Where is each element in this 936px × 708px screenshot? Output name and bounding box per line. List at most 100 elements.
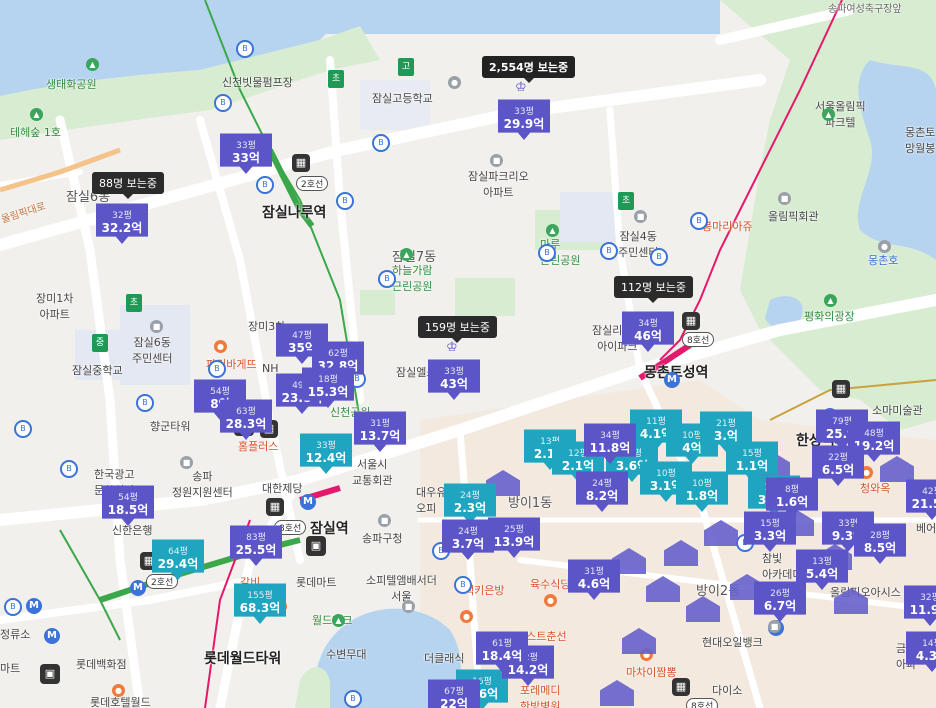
poi-label: 대우유 오피 xyxy=(416,486,447,515)
poi-label: 롯데백화점 xyxy=(76,658,127,671)
real-estate-map[interactable]: 송파여성축구장앞 생태화공원 테헤숲 1호 신천빗물펌프장 잠실고등학교 서울올… xyxy=(0,0,936,708)
bus-stop-icon[interactable]: B xyxy=(60,460,78,478)
metro-icon[interactable]: M xyxy=(26,598,42,614)
poi-label: 더클래식 xyxy=(424,652,465,665)
park-label: 테헤숲 1호 xyxy=(10,126,61,139)
facility-label: 신천빗물펌프장 xyxy=(222,76,293,89)
park-icon: ▲ xyxy=(86,58,99,71)
poi-label: 송파 정원지원센터 xyxy=(172,470,233,499)
metro-icon[interactable]: M xyxy=(44,628,60,644)
pin-price: 14.2억 xyxy=(507,663,549,677)
bus-stop-icon[interactable]: B xyxy=(214,94,232,112)
station-label: 잠실나루역 xyxy=(262,205,327,221)
bus-stop-icon[interactable]: B xyxy=(454,576,472,594)
pin-price: 11.9억 xyxy=(909,603,936,617)
school-flag-icon[interactable]: 초 xyxy=(126,294,142,312)
bus-stop-icon[interactable]: B xyxy=(344,690,362,708)
poi-label: 롯데마트 xyxy=(296,576,337,589)
pin-area: 48평 xyxy=(864,429,884,439)
school-flag-icon[interactable]: 초 xyxy=(618,192,634,210)
viewer-count-tooltip: 2,554명 보는중 xyxy=(482,56,576,83)
crown-icon: ♔ xyxy=(446,340,458,355)
dept-store-icon[interactable]: ▣ xyxy=(40,664,60,684)
poi-label: NH xyxy=(262,362,279,375)
bus-stop-icon[interactable]: B xyxy=(336,192,354,210)
pin-area: 26평 xyxy=(770,589,790,599)
building-icon: ■ xyxy=(778,192,791,205)
pin-price: 11.8억 xyxy=(589,441,631,455)
bus-stop-icon[interactable]: B xyxy=(650,248,668,266)
metro-icon[interactable]: M xyxy=(300,494,316,510)
pin-price: 4.3억 xyxy=(915,649,936,663)
viewer-count-tooltip: 159명 보는중 xyxy=(418,316,497,343)
pin-area: 10평 xyxy=(656,469,676,479)
pin-area: 24평 xyxy=(458,527,478,537)
school-label: 잠실고등학교 xyxy=(372,92,433,105)
bus-stop-icon[interactable]: B xyxy=(236,40,254,58)
subway-icon[interactable]: ▦ xyxy=(682,312,700,330)
apartment-label: 장미1차 아파트 xyxy=(36,292,74,321)
pin-area: 32평 xyxy=(112,211,132,221)
mart-icon[interactable]: ▣ xyxy=(306,536,326,556)
pin-area: 34평 xyxy=(600,431,620,441)
crown-icon: ♔ xyxy=(515,80,527,95)
pin-area: 54평 xyxy=(118,493,138,503)
bus-stop-icon[interactable]: B xyxy=(4,598,22,616)
school-flag-icon[interactable]: 고 xyxy=(398,58,414,76)
pin-price: 2.3억 xyxy=(453,501,487,515)
bus-stop-icon[interactable]: B xyxy=(208,360,226,378)
pin-price: 29.4억 xyxy=(157,557,199,571)
metro-icon[interactable]: M xyxy=(130,580,146,596)
poi-label: 마차이짬뽕 xyxy=(626,666,677,679)
bus-stop-icon[interactable]: B xyxy=(600,242,618,260)
pin-area: 33평 xyxy=(236,141,256,151)
pin-area: 64평 xyxy=(168,547,188,557)
poi-label: 정류소 xyxy=(0,628,31,641)
pin-price: 3.3억 xyxy=(753,529,787,543)
poi-label: 청와옥 xyxy=(860,482,891,495)
bus-stop-icon[interactable]: B xyxy=(378,270,396,288)
pin-price: 29.9억 xyxy=(503,117,545,131)
pin-price: 3.억 xyxy=(714,429,738,443)
park-icon: ▲ xyxy=(30,108,43,121)
bus-stop-icon[interactable]: B xyxy=(690,212,708,230)
subway-icon[interactable]: ▦ xyxy=(832,380,850,398)
station-label: 잠실역 xyxy=(310,521,349,537)
metro-icon[interactable]: M xyxy=(664,372,680,388)
bus-stop-icon[interactable]: B xyxy=(256,176,274,194)
pin-price: 46억 xyxy=(634,329,662,343)
school-flag-icon[interactable]: 중 xyxy=(92,334,108,352)
pin-price: 33억 xyxy=(232,151,260,165)
subway-icon[interactable]: ▦ xyxy=(266,498,284,516)
bus-stop-icon[interactable]: B xyxy=(14,420,32,438)
school-flag-icon[interactable]: 초 xyxy=(328,70,344,88)
park-label: 하늘가람 근린공원 xyxy=(392,264,433,293)
poi-label: 홈플러스 xyxy=(238,440,279,453)
bus-stop-icon[interactable]: B xyxy=(372,134,390,152)
pin-area: 83평 xyxy=(246,533,266,543)
subway-icon[interactable]: ▦ xyxy=(292,154,310,172)
hotel-icon: ■ xyxy=(402,600,415,613)
poi-label: 베어 xyxy=(916,522,936,535)
pin-area: 24평 xyxy=(592,479,612,489)
bus-stop-icon[interactable]: B xyxy=(136,394,154,412)
poi-label: 다이소 xyxy=(712,684,743,697)
pin-area: 61평 xyxy=(492,639,512,649)
pin-price: 25.5억 xyxy=(235,543,277,557)
bus-stop-icon[interactable]: B xyxy=(538,244,556,262)
subway-icon[interactable]: ▦ xyxy=(672,678,690,696)
poi-label: 마트 xyxy=(0,662,21,675)
pin-price: 8.5억 xyxy=(863,541,897,555)
bakery-icon: ● xyxy=(214,340,227,353)
poi-label: 평화의광장 xyxy=(804,310,855,323)
park-label: 생태화공원 xyxy=(46,78,97,91)
restaurant-icon: ● xyxy=(544,594,557,607)
pin-price: 18.5억 xyxy=(107,503,149,517)
pin-price: 28.3억 xyxy=(225,417,267,431)
poi-label: 잠실6동 주민센터 xyxy=(132,336,173,365)
poi-label: 향군타워 xyxy=(150,420,191,433)
pin-price: 3.7억 xyxy=(451,537,485,551)
building-icon: ■ xyxy=(378,514,391,527)
pin-area: 42평 xyxy=(922,487,936,497)
pin-price: 4억 xyxy=(682,441,702,455)
